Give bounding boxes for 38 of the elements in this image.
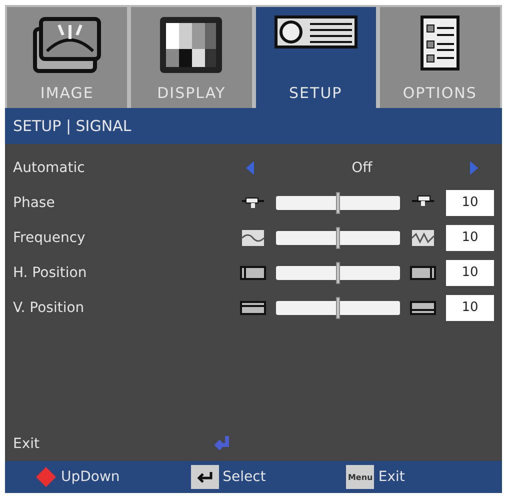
menu-tab[interactable]: SETUP bbox=[256, 7, 376, 108]
menu-tab[interactable]: OPTIONS bbox=[380, 7, 500, 108]
setting-label: Automatic bbox=[13, 160, 86, 176]
setting-label: Phase bbox=[13, 194, 56, 210]
phase-icon bbox=[240, 194, 266, 210]
footer-hint: Select bbox=[222, 469, 266, 485]
diamond-arrows-icon bbox=[35, 466, 57, 488]
horizontal-position-icon bbox=[240, 264, 266, 280]
value-box: 10 bbox=[446, 294, 494, 320]
footer-hint: UpDown bbox=[61, 469, 120, 485]
footer-hint: Exit bbox=[378, 469, 405, 485]
exit-label[interactable]: Exit bbox=[13, 436, 213, 452]
picture-frame-icon bbox=[31, 15, 104, 75]
menu-key: Menu bbox=[346, 465, 374, 489]
value-box: 10 bbox=[446, 260, 494, 286]
setting-label: H. Position bbox=[13, 264, 88, 280]
value-box: 10 bbox=[446, 190, 494, 216]
slider-thumb[interactable] bbox=[336, 262, 340, 284]
section-header: SETUP | SIGNAL bbox=[5, 108, 502, 144]
checklist-icon bbox=[420, 15, 460, 71]
projector-icon bbox=[274, 15, 358, 49]
enter-arrow-icon bbox=[213, 434, 231, 452]
test-pattern-icon bbox=[158, 15, 224, 75]
vertical-position-icon bbox=[410, 300, 436, 316]
slider-thumb[interactable] bbox=[336, 296, 340, 318]
vertical-position-icon bbox=[240, 300, 266, 316]
value-box: 10 bbox=[446, 224, 494, 250]
waveform-grid-icon bbox=[410, 230, 436, 246]
setting-value: Off bbox=[350, 160, 374, 176]
slider-thumb[interactable] bbox=[336, 192, 340, 214]
enter-key-icon bbox=[190, 465, 219, 489]
waveform-grid-icon bbox=[240, 230, 266, 246]
slider-thumb[interactable] bbox=[336, 226, 340, 248]
horizontal-position-icon bbox=[410, 264, 436, 280]
setting-label: Frequency bbox=[13, 230, 86, 246]
setting-label: V. Position bbox=[13, 300, 86, 316]
menu-tab[interactable]: IMAGE bbox=[7, 7, 128, 108]
menu-tab[interactable]: DISPLAY bbox=[131, 7, 252, 108]
